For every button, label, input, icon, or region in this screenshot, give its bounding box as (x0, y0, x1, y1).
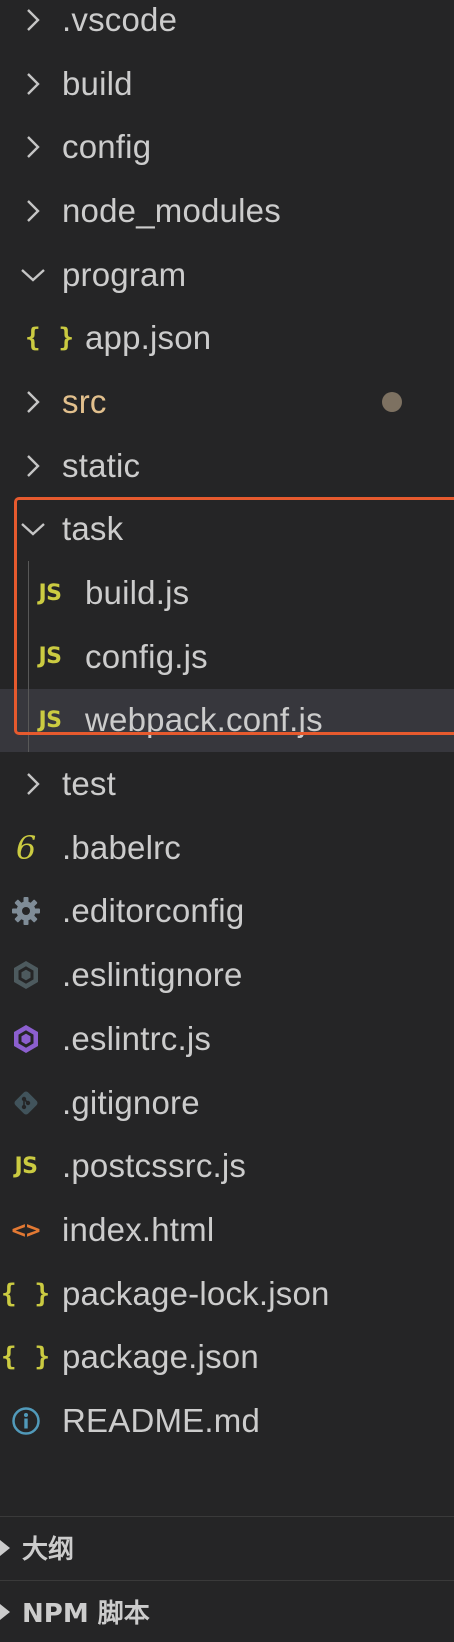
file-config-js[interactable]: JS config.js (0, 624, 454, 689)
file-explorer-tree: .vscode build config node_modules progra… (0, 0, 454, 1453)
folder-src[interactable]: src (0, 370, 454, 434)
panel-npm-scripts-header[interactable]: NPM 脚本 (0, 1580, 454, 1642)
file-label: .gitignore (62, 1083, 200, 1121)
file-eslintignore[interactable]: .eslintignore (0, 943, 454, 1007)
file-babelrc[interactable]: 6 .babelrc (0, 816, 454, 880)
chevron-right-icon (0, 1603, 10, 1620)
chevron-right-icon (20, 453, 46, 479)
chevron-down-icon (20, 516, 46, 542)
babel-icon: 6 (15, 828, 37, 867)
chevron-right-icon (20, 389, 46, 415)
indent-guide (28, 561, 29, 625)
file-label: .babelrc (62, 828, 182, 866)
folder-vscode[interactable]: .vscode (0, 0, 454, 52)
file-webpack-conf-js[interactable]: JS webpack.conf.js (0, 688, 454, 753)
modified-dot-icon (382, 391, 402, 412)
json-braces-icon: { } (1, 1278, 51, 1309)
folder-config[interactable]: config (0, 115, 454, 179)
file-gitignore[interactable]: .gitignore (0, 1071, 454, 1135)
file-label: webpack.conf.js (85, 701, 323, 739)
folder-program[interactable]: program (0, 243, 454, 307)
chevron-right-icon (20, 7, 46, 33)
panel-title: 大纲 (22, 1535, 75, 1565)
chevron-right-icon (0, 1539, 10, 1556)
file-app-json[interactable]: { } app.json (0, 306, 454, 370)
json-braces-icon: { } (25, 323, 75, 354)
panel-outline-header[interactable]: 大纲 (0, 1516, 454, 1578)
gear-icon (8, 893, 44, 929)
folder-label: test (62, 765, 116, 803)
git-icon (8, 1085, 44, 1121)
file-label: app.json (85, 319, 212, 357)
eslint-outline-icon (8, 957, 44, 993)
chevron-right-icon (20, 71, 46, 97)
chevron-right-icon (20, 771, 46, 797)
file-label: build.js (85, 574, 190, 612)
file-postcssrc-js[interactable]: JS .postcssrc.js (0, 1134, 454, 1198)
folder-node-modules[interactable]: node_modules (0, 179, 454, 243)
js-icon: JS (14, 1153, 38, 1179)
folder-static[interactable]: static (0, 434, 454, 498)
chevron-right-icon (20, 198, 46, 224)
folder-label: config (62, 128, 152, 166)
file-package-json[interactable]: { } package.json (0, 1325, 454, 1389)
json-braces-icon: { } (1, 1342, 51, 1373)
file-label: .eslintignore (62, 956, 243, 994)
file-label: .postcssrc.js (62, 1147, 247, 1185)
file-package-lock-json[interactable]: { } package-lock.json (0, 1262, 454, 1326)
file-index-html[interactable]: <> index.html (0, 1198, 454, 1262)
file-label: config.js (85, 637, 208, 675)
chevron-down-icon (20, 262, 46, 288)
chevron-right-icon (20, 134, 46, 160)
folder-build[interactable]: build (0, 52, 454, 116)
folder-label: .vscode (62, 0, 178, 38)
file-label: .editorconfig (62, 892, 245, 930)
folder-label: src (62, 382, 107, 420)
file-editorconfig[interactable]: .editorconfig (0, 880, 454, 944)
folder-label: program (62, 255, 187, 293)
file-label: package.json (62, 1338, 259, 1376)
file-readme-md[interactable]: README.md (0, 1389, 454, 1453)
file-eslintrc-js[interactable]: .eslintrc.js (0, 1007, 454, 1071)
js-icon: JS (38, 644, 62, 670)
folder-label: task (62, 510, 124, 548)
html-icon: <> (11, 1215, 41, 1244)
file-label: README.md (62, 1401, 260, 1439)
file-build-js[interactable]: JS build.js (0, 561, 454, 625)
file-label: package-lock.json (62, 1274, 330, 1312)
folder-test[interactable]: test (0, 752, 454, 816)
js-icon: JS (38, 580, 62, 606)
folder-label: node_modules (62, 191, 281, 229)
folder-label: static (62, 446, 141, 484)
file-label: index.html (62, 1210, 215, 1248)
folder-label: build (62, 64, 133, 102)
indent-guide (28, 688, 29, 753)
panel-title: NPM 脚本 (22, 1599, 150, 1629)
js-icon: JS (38, 707, 62, 733)
folder-task[interactable]: task (0, 498, 454, 562)
indent-guide (28, 624, 29, 689)
info-icon (8, 1403, 44, 1439)
file-label: .eslintrc.js (62, 1019, 212, 1057)
eslint-icon (8, 1021, 44, 1057)
